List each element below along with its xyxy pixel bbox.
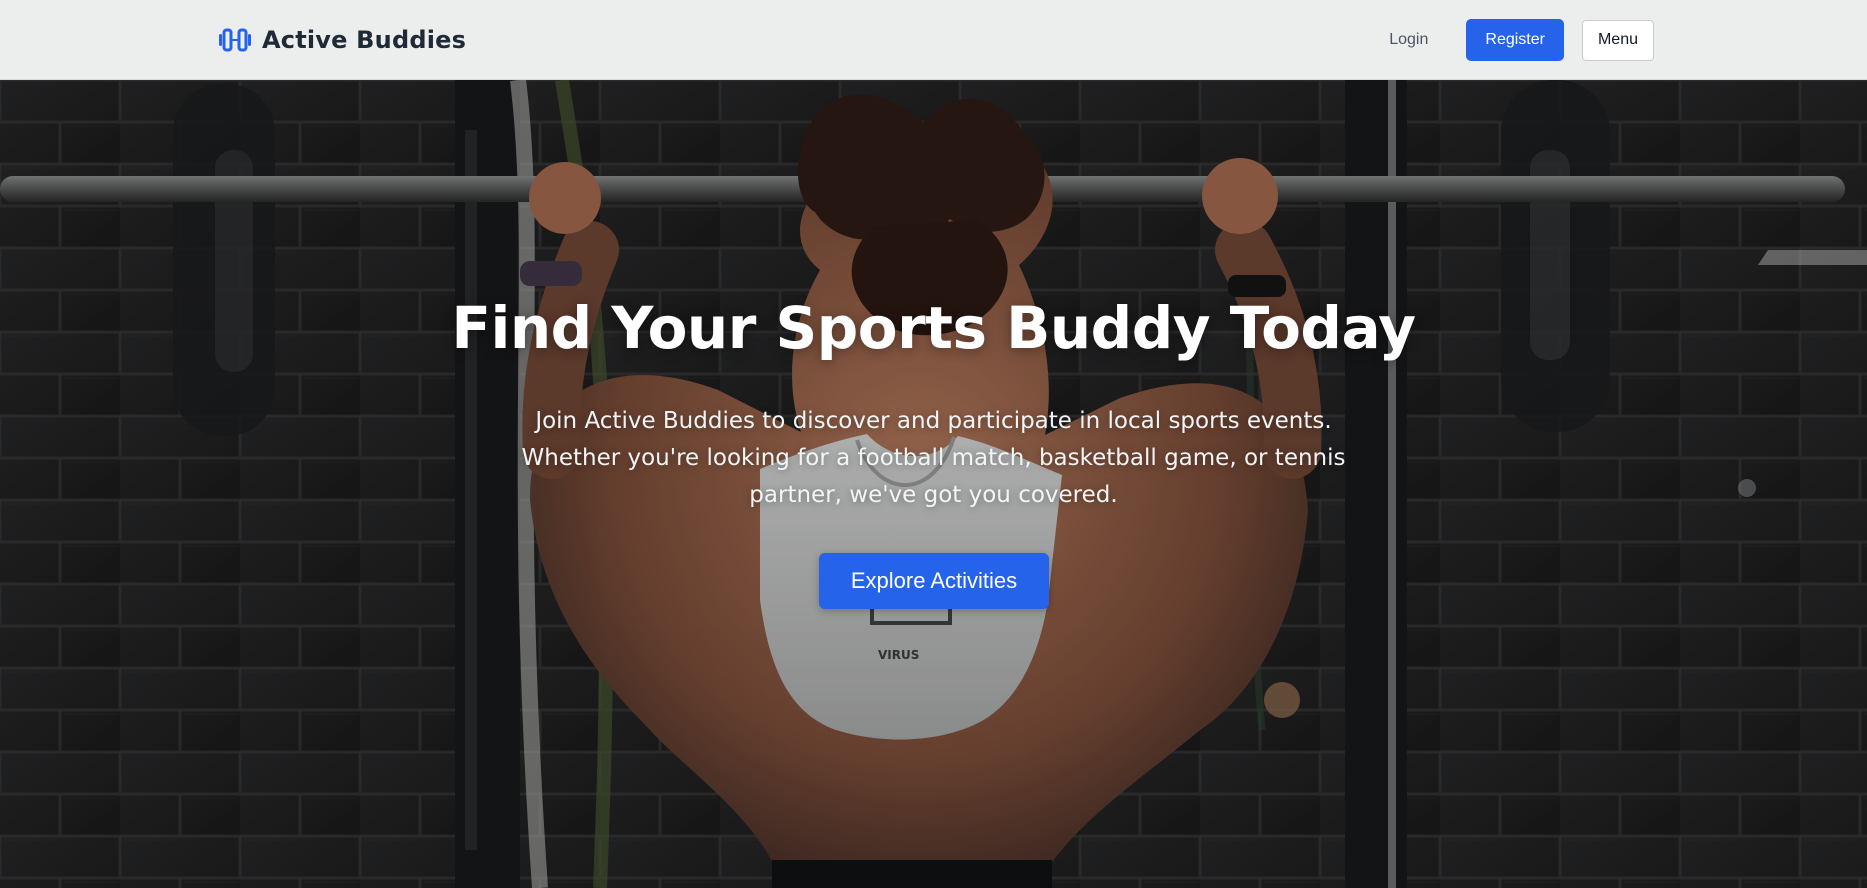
header-actions: Login Register Menu	[1369, 19, 1654, 61]
brand-name: Active Buddies	[262, 26, 467, 54]
hero-section: VIRUS Find Your Sports Buddy Today Join …	[0, 80, 1867, 888]
login-button[interactable]: Login	[1369, 22, 1448, 58]
explore-activities-button[interactable]: Explore Activities	[819, 553, 1049, 609]
dumbbell-icon	[219, 28, 251, 52]
register-button[interactable]: Register	[1466, 19, 1564, 61]
menu-button[interactable]: Menu	[1581, 19, 1654, 61]
brand-logo[interactable]: Active Buddies	[218, 22, 466, 58]
hero-title: Find Your Sports Buddy Today	[451, 294, 1416, 362]
top-navigation-bar: Active Buddies Login Register Menu	[0, 0, 1867, 80]
hero-content: Find Your Sports Buddy Today Join Active…	[0, 80, 1867, 888]
hero-description: Join Active Buddies to discover and part…	[521, 408, 1346, 508]
